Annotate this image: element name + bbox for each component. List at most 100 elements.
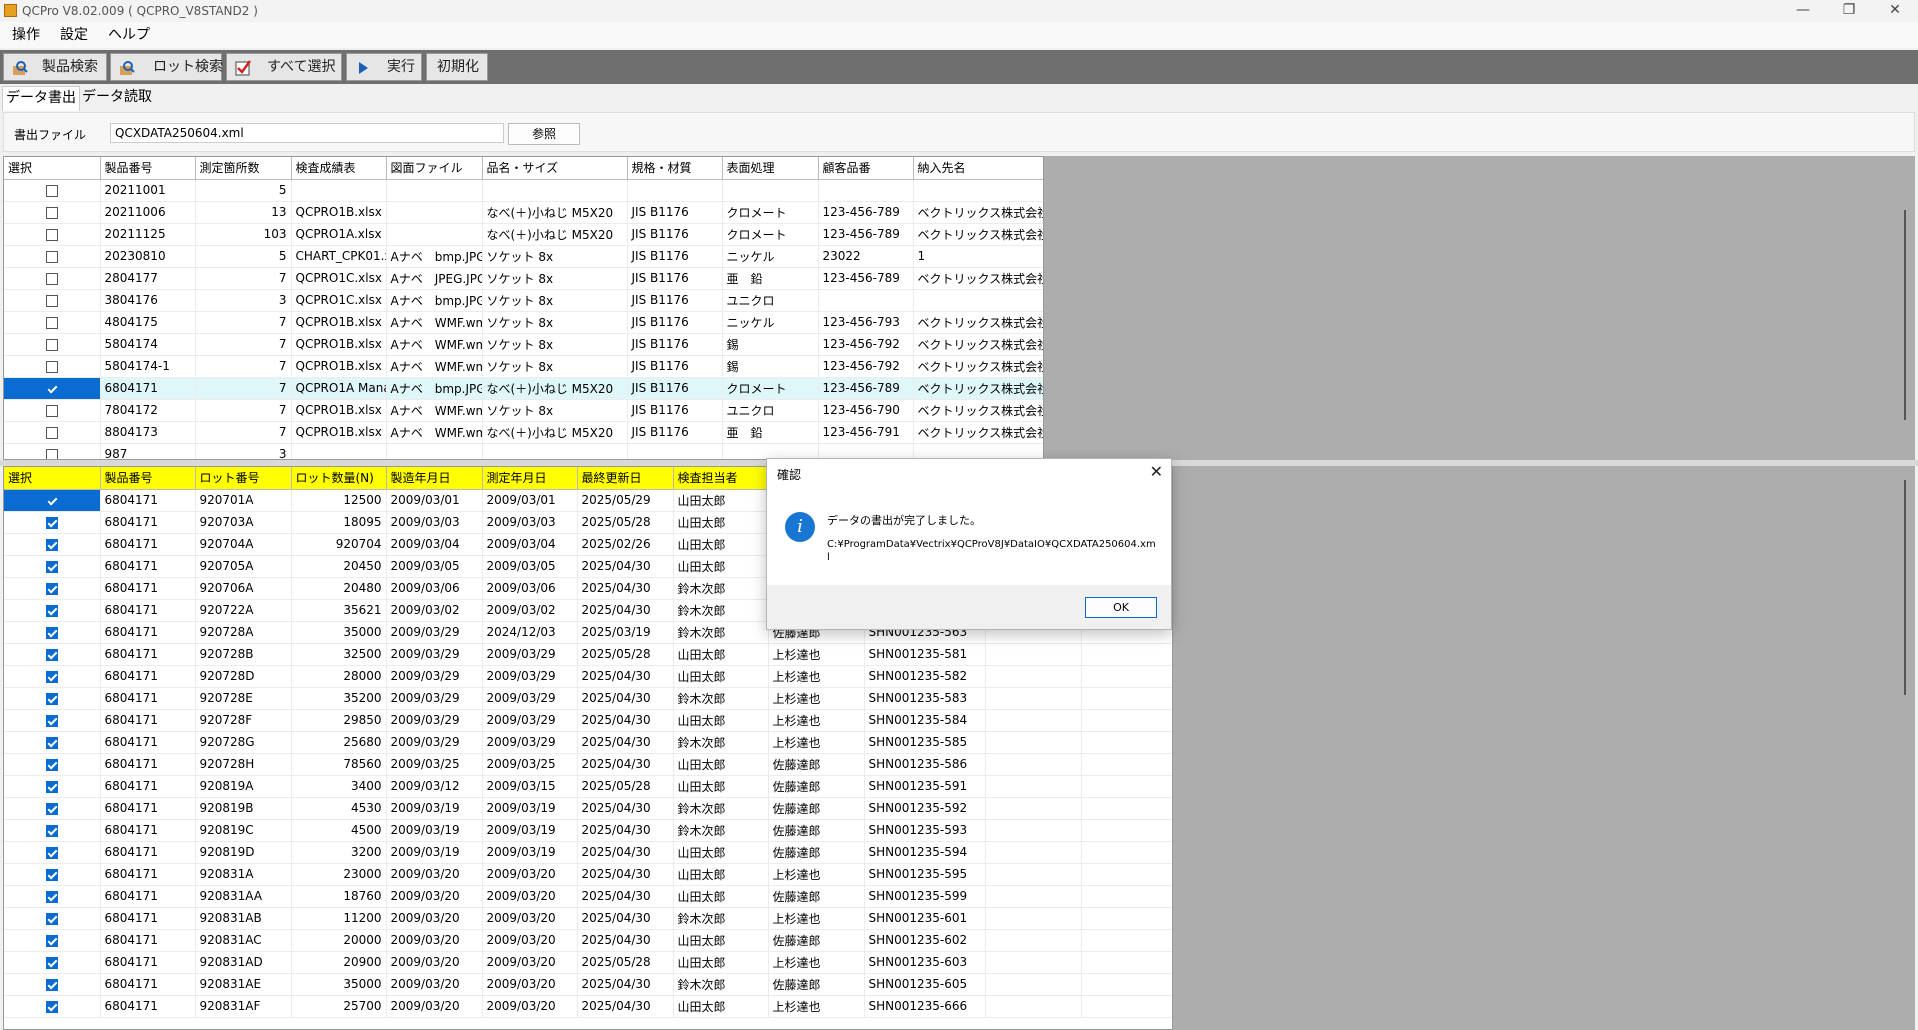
row-checkbox[interactable] [46,494,58,507]
row-checkbox[interactable] [46,604,58,617]
select-all-button[interactable]: すべて選択 [226,53,342,81]
menu-help[interactable]: ヘルプ [100,22,158,48]
lot-row[interactable]: 6804171 920728G 25680 2009/03/29 2009/03/29 2… [4,731,1172,754]
menu-operation[interactable]: 操作 [4,22,48,48]
menu-settings[interactable]: 設定 [52,22,96,48]
select-cell[interactable] [4,533,101,556]
tab-export[interactable]: データ書出 [2,86,80,111]
row-checkbox[interactable] [46,912,58,925]
product-row[interactable]: 20211125 103 QCPRO1A.xlsx なべ(＋)小ねじ M5X20 JIS… [4,223,1043,246]
select-cell[interactable] [4,223,101,246]
row-checkbox[interactable] [46,538,58,551]
row-checkbox[interactable] [46,404,58,417]
select-cell[interactable] [4,885,101,908]
row-checkbox[interactable] [46,360,58,373]
product-search-button[interactable]: 製品検索 [3,53,107,81]
lot-row[interactable]: 6804171 920819B 4530 2009/03/19 2009/03/19 20… [4,797,1172,820]
select-cell[interactable] [4,443,101,459]
product-row[interactable]: 20230810 5 CHART_CPK01.x Aナベ bmp.JPG ソケット 8x… [4,245,1043,268]
close-icon[interactable]: ✕ [1150,462,1163,481]
select-cell[interactable] [4,399,101,422]
row-checkbox[interactable] [46,868,58,881]
row-checkbox[interactable] [46,802,58,815]
tab-import[interactable]: データ読取 [79,86,155,110]
row-checkbox[interactable] [46,626,58,639]
select-cell[interactable] [4,687,101,710]
lot-row[interactable]: 6804171 920831AD 20900 2009/03/20 2009/03/20… [4,951,1172,974]
select-cell[interactable] [4,819,101,842]
lot-row[interactable]: 6804171 920831AF 25700 2009/03/20 2009/03/20… [4,995,1172,1018]
select-cell[interactable] [4,731,101,754]
ok-button[interactable]: OK [1085,597,1157,618]
row-checkbox[interactable] [46,1000,58,1013]
row-checkbox[interactable] [46,250,58,263]
select-cell[interactable] [4,289,101,312]
row-checkbox[interactable] [46,824,58,837]
row-checkbox[interactable] [46,184,58,197]
product-row[interactable]: 5804174-1 7 QCPRO1B.xlsx Aナベ WMF.wmf ソケット 8x… [4,355,1043,378]
row-checkbox[interactable] [46,560,58,573]
select-cell[interactable] [4,245,101,268]
select-cell[interactable] [4,797,101,820]
lot-row[interactable]: 6804171 920728E 35200 2009/03/29 2009/03/29 2… [4,687,1172,710]
browse-button[interactable]: 参照 [508,123,580,145]
row-checkbox[interactable] [46,956,58,969]
select-cell[interactable] [4,643,101,666]
lot-row[interactable]: 6804171 920728D 28000 2009/03/29 2009/03/29 2… [4,665,1172,688]
select-cell[interactable] [4,555,101,578]
row-checkbox[interactable] [46,382,58,395]
select-cell[interactable] [4,995,101,1018]
select-cell[interactable] [4,577,101,600]
row-checkbox[interactable] [46,934,58,947]
export-file-input[interactable]: QCXDATA250604.xml [110,123,504,143]
minimize-button[interactable]: — [1780,0,1826,22]
select-cell[interactable] [4,973,101,996]
row-checkbox[interactable] [46,692,58,705]
select-cell[interactable] [4,377,101,400]
row-checkbox[interactable] [46,780,58,793]
select-cell[interactable] [4,311,101,334]
select-cell[interactable] [4,511,101,534]
lot-row[interactable]: 6804171 920831AC 20000 2009/03/20 2009/03/20… [4,929,1172,952]
lot-row[interactable]: 6804171 920728F 29850 2009/03/29 2009/03/29 2… [4,709,1172,732]
product-row[interactable]: 5804174 7 QCPRO1B.xlsx Aナベ WMF.wmf ソケット 8x JI… [4,333,1043,356]
lot-row[interactable]: 6804171 920819D 3200 2009/03/19 2009/03/19 20… [4,841,1172,864]
select-cell[interactable] [4,355,101,378]
row-checkbox[interactable] [46,582,58,595]
product-row[interactable]: 7804172 7 QCPRO1B.xlsx Aナベ WMF.wmf ソケット 8x JI… [4,399,1043,422]
reset-button[interactable]: 初期化 [426,53,488,81]
lot-row[interactable]: 6804171 920728B 32500 2009/03/29 2009/03/29 2… [4,643,1172,666]
select-cell[interactable] [4,201,101,224]
select-cell[interactable] [4,929,101,952]
row-checkbox[interactable] [46,516,58,529]
product-row[interactable]: 20211001 5 [4,179,1043,202]
select-cell[interactable] [4,421,101,444]
select-cell[interactable] [4,951,101,974]
row-checkbox[interactable] [46,426,58,439]
select-cell[interactable] [4,907,101,930]
row-checkbox[interactable] [46,294,58,307]
lot-search-button[interactable]: ロット検索 [110,53,223,81]
execute-button[interactable]: 実行 [346,53,422,81]
lot-row[interactable]: 6804171 920831A 23000 2009/03/20 2009/03/20 2… [4,863,1172,886]
lot-row[interactable]: 6804171 920831AB 11200 2009/03/20 2009/03/20… [4,907,1172,930]
product-row[interactable]: 8804173 7 QCPRO1B.xlsx Aナベ WMF.wmf なべ(＋)小ねじ … [4,421,1043,444]
select-cell[interactable] [4,333,101,356]
row-checkbox[interactable] [46,890,58,903]
row-checkbox[interactable] [46,846,58,859]
select-cell[interactable] [4,709,101,732]
select-cell[interactable] [4,665,101,688]
lot-row[interactable]: 6804171 920819A 3400 2009/03/12 2009/03/15 20… [4,775,1172,798]
select-cell[interactable] [4,489,101,512]
row-checkbox[interactable] [46,978,58,991]
select-cell[interactable] [4,267,101,290]
row-checkbox[interactable] [46,648,58,661]
lot-row[interactable]: 6804171 920831AA 18760 2009/03/20 2009/03/20… [4,885,1172,908]
lot-row[interactable]: 6804171 920819C 4500 2009/03/19 2009/03/19 20… [4,819,1172,842]
select-cell[interactable] [4,599,101,622]
row-checkbox[interactable] [46,670,58,683]
row-checkbox[interactable] [46,206,58,219]
row-checkbox[interactable] [46,736,58,749]
row-checkbox[interactable] [46,338,58,351]
maximize-button[interactable]: ❐ [1826,0,1872,22]
